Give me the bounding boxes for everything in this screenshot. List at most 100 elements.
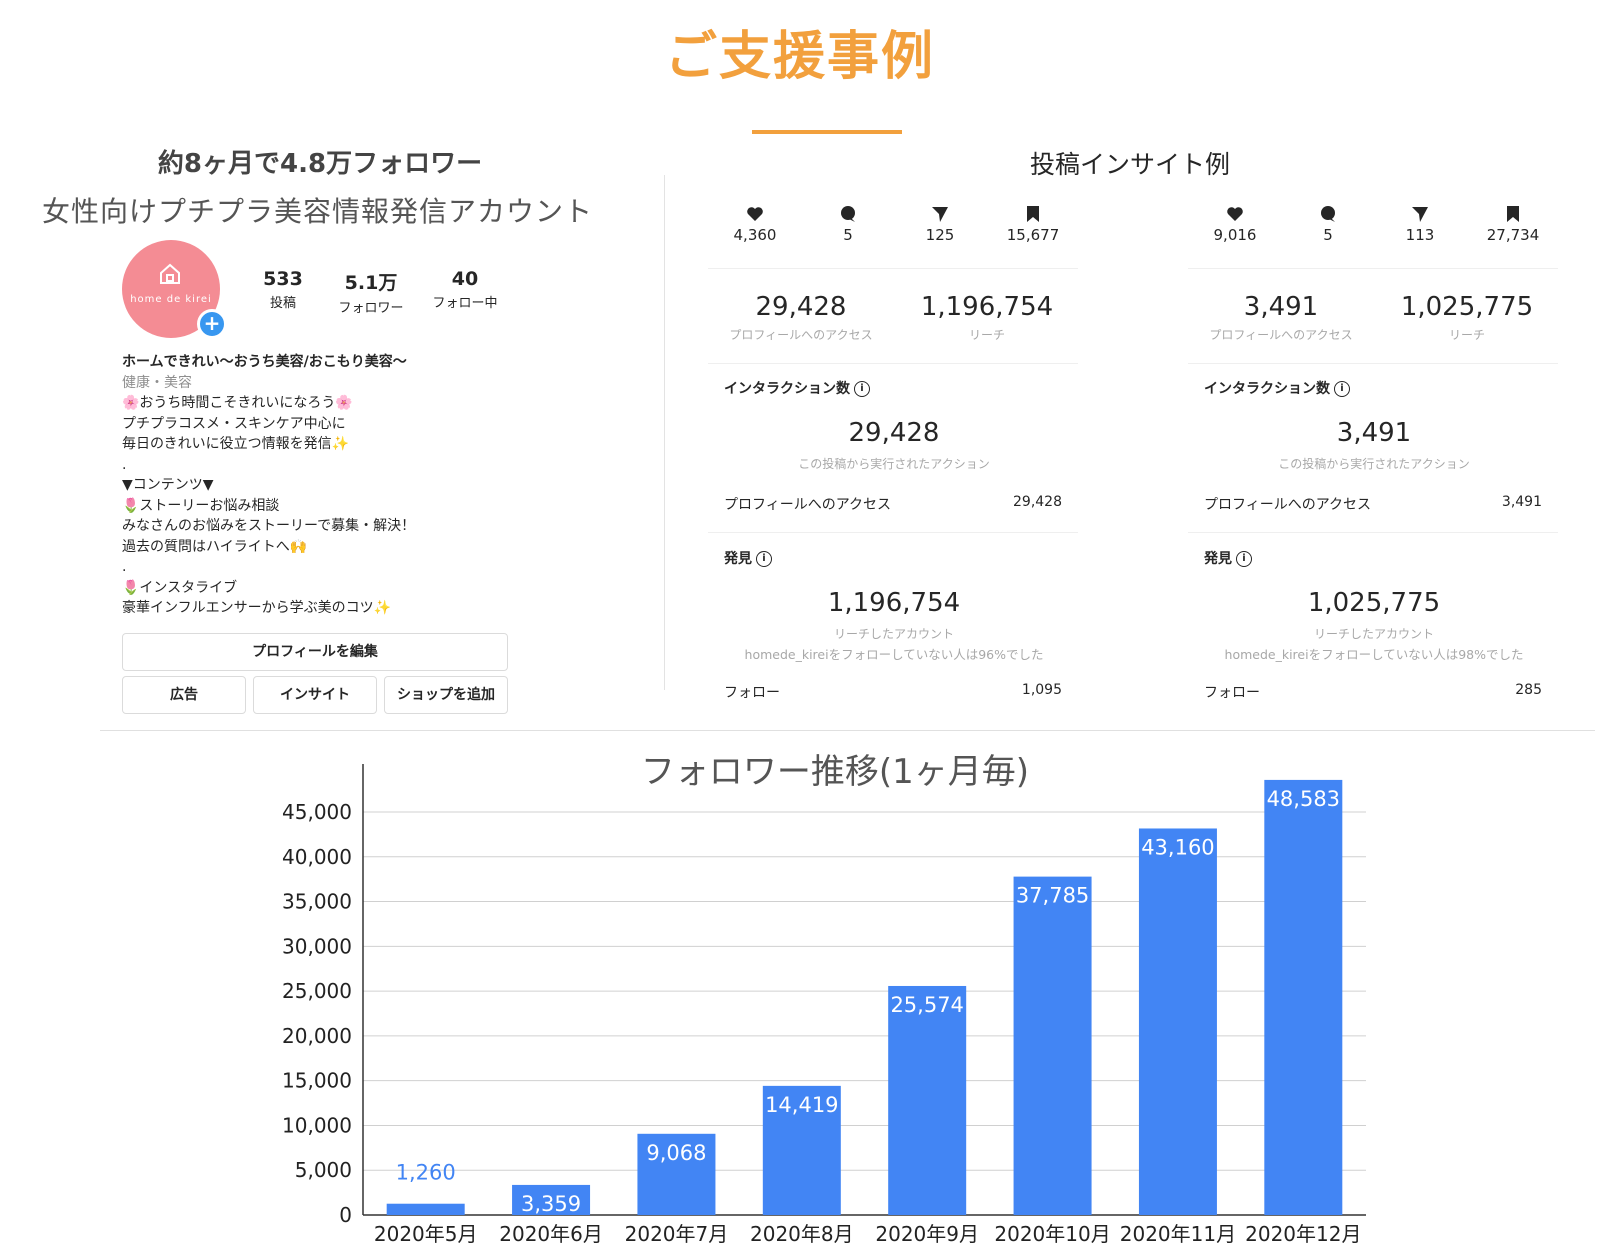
chart-y-tick-label: 15,000 xyxy=(282,1069,352,1093)
separator xyxy=(708,363,1078,364)
chart-x-tick-label: 2020年8月 xyxy=(750,1222,854,1243)
chart-data-label: 37,785 xyxy=(1016,884,1089,908)
insights-title: 投稿インサイト例 xyxy=(1029,150,1230,179)
chart-bar xyxy=(888,985,967,1215)
chart-data-label: 48,583 xyxy=(1267,787,1340,811)
separator xyxy=(708,268,1078,269)
add-story-icon[interactable]: + xyxy=(197,309,227,339)
stat-followers[interactable]: 5.1万 フォロワー xyxy=(326,268,416,316)
chart-x-tick-label: 2020年7月 xyxy=(625,1222,729,1243)
avatar-brand-text: home de kirei xyxy=(130,294,212,305)
interaction-row-value: 29,428 xyxy=(1013,494,1062,510)
edit-profile-button[interactable]: プロフィールを編集 xyxy=(122,633,508,671)
profile-name: ホームできれい〜おうち美容/おこもり美容〜 xyxy=(122,354,407,370)
discovery-caption: homede_kireiをフォローしていない人は96%でした xyxy=(744,647,1044,662)
chart-x-tick-label: 2020年5月 xyxy=(374,1222,478,1243)
likes-count: 9,016 xyxy=(1213,226,1257,244)
chart-y-tick-label: 5,000 xyxy=(295,1158,352,1182)
bio-line: . xyxy=(122,559,127,575)
stat-following[interactable]: 40 フォロー中 xyxy=(420,268,510,311)
share-icon xyxy=(932,207,948,222)
reach-value: 1,025,775 xyxy=(1400,292,1534,322)
stat-label: フォロー中 xyxy=(432,296,498,311)
chart-x-tick-label: 2020年10月 xyxy=(994,1222,1110,1243)
bio-line: プチプラコスメ・スキンケア中心に xyxy=(122,415,346,432)
separator xyxy=(1188,363,1558,364)
bio-line: みなさんのお悩みをストーリーで募集・解決！ xyxy=(122,518,416,534)
bio-line: 🌷ストーリーお悩み相談 xyxy=(122,497,280,514)
comment-icon xyxy=(1321,206,1335,222)
chart-data-label: 1,260 xyxy=(396,1161,456,1185)
comments-count: 5 xyxy=(843,226,853,244)
chart-x-tick-label: 2020年9月 xyxy=(875,1222,979,1243)
discovery-title: 発見 xyxy=(1204,551,1232,567)
chart-data-label: 9,068 xyxy=(646,1141,706,1165)
comment-icon xyxy=(841,206,855,222)
horizontal-divider xyxy=(100,730,1595,731)
follow-value: 285 xyxy=(1515,682,1542,698)
discovery-caption: リーチしたアカウント xyxy=(1313,627,1434,641)
chart-bar xyxy=(386,1203,465,1215)
chart-title: フォロワー推移(1ヶ月毎) xyxy=(641,752,1029,792)
stat-value: 5.1万 xyxy=(344,272,398,294)
info-icon[interactable]: i xyxy=(854,381,870,397)
likes-count: 4,360 xyxy=(733,226,777,244)
title-underline xyxy=(752,130,902,134)
discovery-caption: リーチしたアカウント xyxy=(833,627,954,641)
info-icon[interactable]: i xyxy=(1334,381,1350,397)
interaction-row-label: プロフィールへのアクセス xyxy=(1204,497,1372,513)
stat-value: 40 xyxy=(451,268,479,290)
discovery-title: 発見 xyxy=(724,551,752,567)
profile-subtitle: 女性向けプチプラ美容情報発信アカウント xyxy=(42,195,594,228)
interaction-value: 29,428 xyxy=(848,418,940,448)
discovery-caption: homede_kireiをフォローしていない人は98%でした xyxy=(1224,647,1524,662)
chart-data-label: 25,574 xyxy=(890,993,963,1017)
follow-value: 1,095 xyxy=(1021,682,1062,698)
add-shop-button[interactable]: ショップを追加 xyxy=(384,676,508,714)
share-icon xyxy=(1412,207,1428,222)
chart-x-tick-label: 2020年6月 xyxy=(499,1222,603,1243)
chart-y-tick-label: 30,000 xyxy=(282,934,352,958)
chart-bar xyxy=(1013,876,1092,1215)
interaction-row-label: プロフィールへのアクセス xyxy=(724,497,892,513)
profile-access-value: 3,491 xyxy=(1243,292,1319,322)
chart-y-tick-label: 20,000 xyxy=(282,1024,352,1048)
chart-y-tick-label: 10,000 xyxy=(282,1113,352,1137)
insights-button[interactable]: インサイト xyxy=(253,676,377,714)
page-title: ご支援事例 xyxy=(664,27,935,87)
chart-x-tick-labels: 2020年5月 2020年6月 2020年7月 2020年8月 2020年9月 2020年… xyxy=(374,1222,1362,1243)
interaction-caption: この投稿から実行されたアクション xyxy=(1278,457,1470,471)
follow-label: フォロー xyxy=(1204,685,1260,701)
bio-line: ▼コンテンツ▼ xyxy=(122,477,214,493)
chart-y-tick-label: 40,000 xyxy=(282,845,352,869)
comments-count: 5 xyxy=(1323,226,1333,244)
follow-label: フォロー xyxy=(724,685,780,701)
profile-category: 健康・美容 xyxy=(122,374,192,391)
bio-line: 🌷インスタライブ xyxy=(122,579,238,596)
bio-line: 毎日のきれいに役立つ情報を発信✨ xyxy=(122,436,350,452)
interaction-title: インタラクション数 xyxy=(1204,381,1330,397)
bookmark-icon xyxy=(1027,206,1039,222)
vertical-divider xyxy=(664,175,665,690)
bookmark-icon xyxy=(1507,206,1519,222)
bio-line: 豪華インフルエンサーから学ぶ美のコツ✨ xyxy=(122,600,392,616)
info-icon[interactable]: i xyxy=(756,551,772,567)
interaction-section-title: インタラクション数 i xyxy=(724,378,870,398)
info-icon[interactable]: i xyxy=(1236,551,1252,567)
interaction-value: 3,491 xyxy=(1336,418,1412,448)
chart-x-tick-label: 2020年12月 xyxy=(1245,1222,1361,1243)
bio-line: 🌸おうち時間こそきれいになろう🌸 xyxy=(122,395,353,411)
ads-button[interactable]: 広告 xyxy=(122,676,246,714)
heart-icon xyxy=(1227,207,1243,221)
bio-line: 過去の質問はハイライトへ🙌 xyxy=(122,538,308,555)
house-icon xyxy=(160,263,180,284)
chart-x-tick-label: 2020年11月 xyxy=(1120,1222,1236,1243)
saves-count: 27,734 xyxy=(1486,226,1540,244)
profile-access-label: プロフィールへのアクセス xyxy=(1209,328,1353,342)
stat-posts[interactable]: 533 投稿 xyxy=(250,268,316,311)
chart-y-tick-labels: 0 5,000 10,000 15,000 20,000 25,000 30,000 35,0… xyxy=(282,800,352,1227)
chart-bar xyxy=(1138,828,1217,1215)
chart-y-tick-label: 25,000 xyxy=(282,979,352,1003)
shares-count: 113 xyxy=(1405,226,1435,244)
profile-bio: ホームできれい〜おうち美容/おこもり美容〜 健康・美容 🌸おうち時間こそきれいに… xyxy=(122,352,562,619)
